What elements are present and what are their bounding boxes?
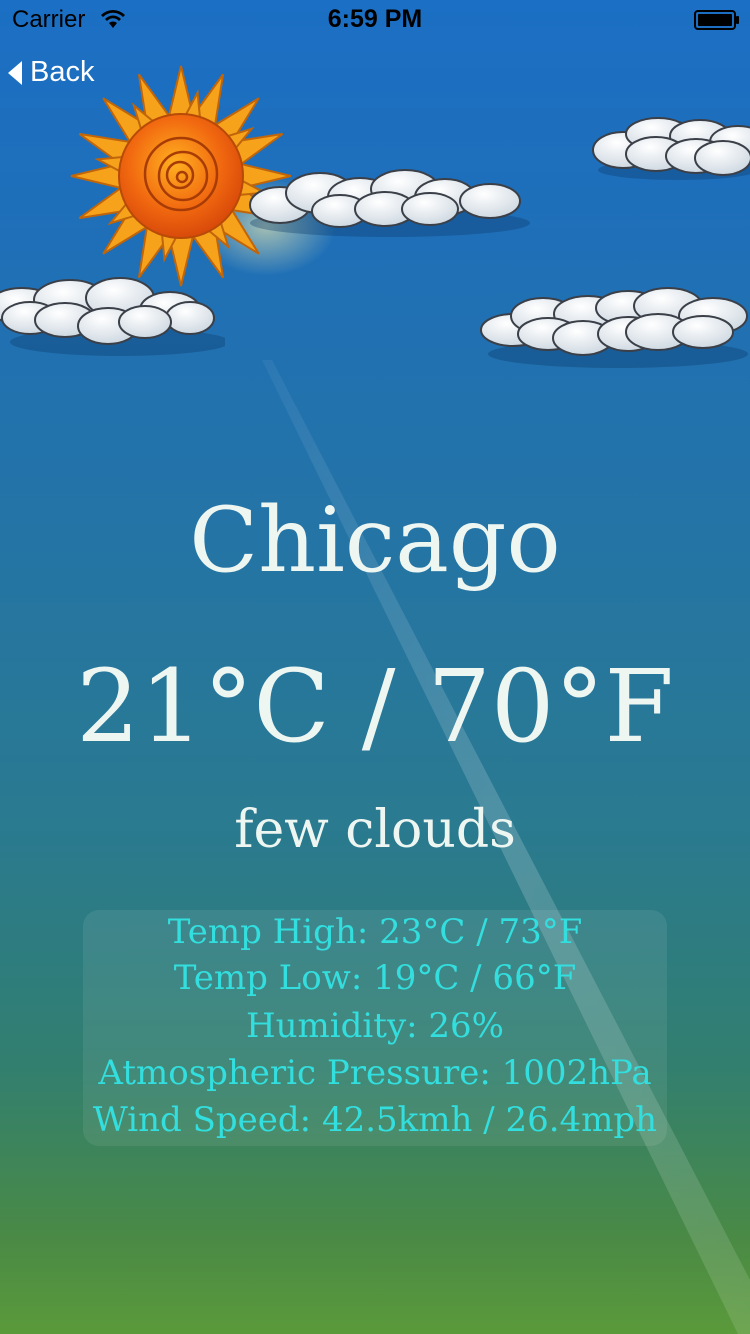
cloud-icon — [249, 169, 530, 237]
back-label: Back — [30, 56, 95, 88]
cloud-icon — [592, 117, 750, 180]
humidity: Humidity: 26% — [245, 1006, 504, 1046]
temp-high: Temp High: 23°C / 73°F — [167, 912, 583, 952]
cloud-icon — [0, 277, 225, 356]
current-temperature: 21°C / 70°F — [76, 648, 674, 765]
city-name: Chicago — [189, 488, 561, 593]
wind-speed: Wind Speed: 42.5kmh / 26.4mph — [92, 1100, 658, 1140]
weather-description: few clouds — [234, 800, 516, 860]
back-chevron-icon — [8, 60, 22, 85]
status-bar: Carrier 6:59 PM — [0, 0, 750, 40]
atmospheric-pressure: Atmospheric Pressure: 1002hPa — [98, 1053, 652, 1093]
battery-icon — [694, 10, 739, 30]
temp-low: Temp Low: 19°C / 66°F — [173, 958, 577, 998]
status-time: 6:59 PM — [327, 5, 423, 33]
cloud-icon — [480, 287, 748, 368]
back-button[interactable]: Back — [6, 56, 94, 89]
